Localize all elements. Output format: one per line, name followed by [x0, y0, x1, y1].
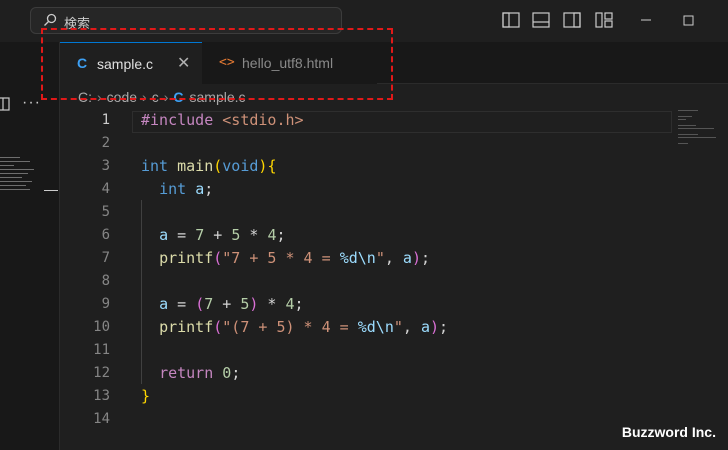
line-number: 10: [93, 319, 110, 335]
code-text: }: [141, 387, 151, 405]
code-text: return 0;: [159, 364, 241, 382]
customize-layout-icon[interactable]: [594, 11, 614, 29]
code-text: int a;: [159, 180, 214, 198]
line-number: 9: [101, 296, 110, 312]
fold-marker: [44, 190, 58, 191]
code-line[interactable]: 14: [60, 409, 674, 432]
code-line[interactable]: 10 printf("(7 + 5) * 4 = %d\n", a);: [60, 317, 674, 340]
code-line[interactable]: 1 #include <stdio.h>: [60, 110, 674, 133]
line-number: 7: [101, 250, 110, 266]
line-number: 1: [101, 112, 110, 128]
code-text: a = (7 + 5) * 4;: [159, 295, 304, 313]
code-line[interactable]: 6 a = 7 + 5 * 4;: [60, 225, 674, 248]
code-line[interactable]: 8: [60, 271, 674, 294]
code-text: a = 7 + 5 * 4;: [159, 226, 286, 244]
code-line[interactable]: 13 }: [60, 386, 674, 409]
line-number: 6: [101, 227, 110, 243]
outline-preview: [0, 157, 36, 193]
line-number: 2: [101, 135, 110, 151]
line-number: 14: [93, 411, 110, 427]
toggle-primary-sidebar-icon[interactable]: [501, 11, 521, 29]
code-line[interactable]: 5: [60, 202, 674, 225]
code-line[interactable]: 2: [60, 133, 674, 156]
panel-icon[interactable]: [0, 97, 12, 111]
code-editor[interactable]: 1 #include <stdio.h> 2 3 int main(void){…: [60, 108, 674, 450]
code-line[interactable]: 3 int main(void){: [60, 156, 674, 179]
line-number: 12: [93, 365, 110, 381]
line-number: 11: [93, 342, 110, 358]
line-number: 8: [101, 273, 110, 289]
code-text: printf("(7 + 5) * 4 = %d\n", a);: [159, 318, 449, 336]
line-number: 4: [101, 181, 110, 197]
side-bar-edge: ···: [0, 42, 60, 450]
line-number: 3: [101, 158, 110, 174]
more-actions-icon[interactable]: ···: [22, 94, 41, 112]
code-text: #include <stdio.h>: [141, 111, 304, 129]
code-text: printf("7 + 5 * 4 = %d\n", a);: [159, 249, 430, 267]
code-line[interactable]: 11: [60, 340, 674, 363]
code-line[interactable]: 9 a = (7 + 5) * 4;: [60, 294, 674, 317]
minimap[interactable]: [678, 108, 728, 450]
code-text: int main(void){: [141, 157, 277, 175]
toggle-secondary-sidebar-icon[interactable]: [562, 11, 582, 29]
search-icon: [44, 13, 57, 26]
tab-highlight-annotation: [41, 28, 393, 100]
minimize-icon[interactable]: [636, 10, 656, 30]
line-number: 5: [101, 204, 110, 220]
code-line[interactable]: 7 printf("7 + 5 * 4 = %d\n", a);: [60, 248, 674, 271]
watermark: Buzzword Inc.: [621, 424, 716, 440]
line-number: 13: [93, 388, 110, 404]
maximize-icon[interactable]: [678, 10, 698, 30]
code-line[interactable]: 4 int a;: [60, 179, 674, 202]
toggle-panel-icon[interactable]: [531, 11, 551, 29]
code-line[interactable]: 12 return 0;: [60, 363, 674, 386]
